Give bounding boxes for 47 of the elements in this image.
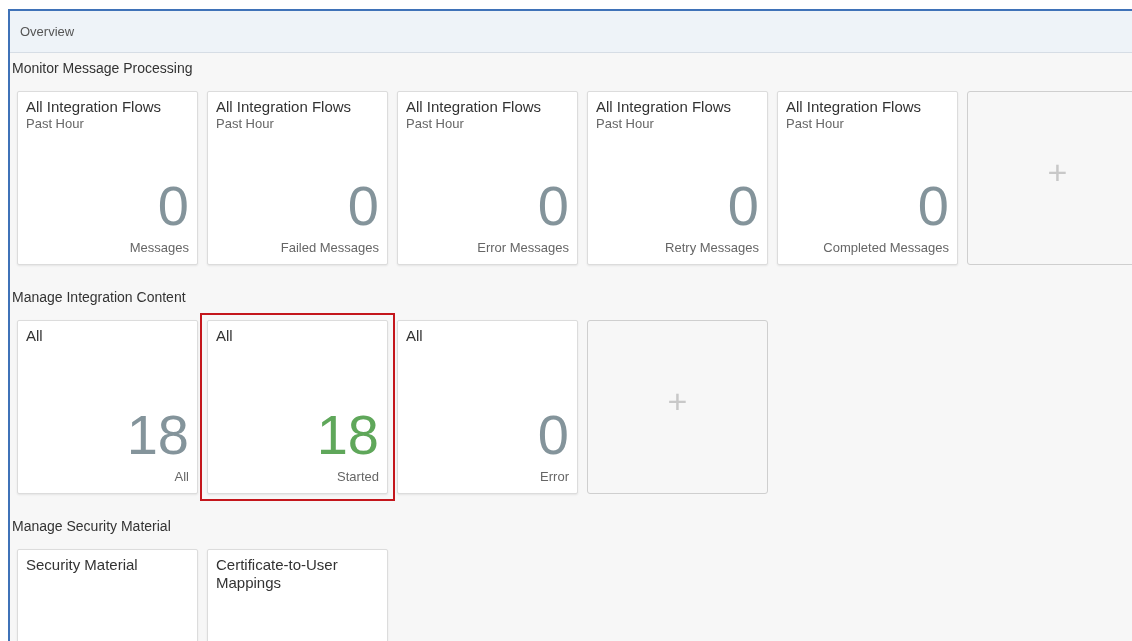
tile-subtitle: Past Hour xyxy=(26,116,84,132)
tile-number: 18 xyxy=(126,407,189,463)
tile[interactable]: All 18 Started xyxy=(207,320,388,494)
tile-title: All xyxy=(406,327,423,345)
tile-title: All Integration Flows xyxy=(216,98,352,116)
tile[interactable]: All Integration Flows Past Hour 0 Messages xyxy=(17,91,198,265)
tile-subtitle: Past Hour xyxy=(406,116,464,132)
page-title: Overview xyxy=(20,22,75,41)
section-title: Manage Security Material xyxy=(11,517,171,536)
section-title: Manage Integration Content xyxy=(11,288,186,307)
tile-footer: Failed Messages xyxy=(280,240,379,256)
tile-number: 0 xyxy=(347,178,379,234)
tile[interactable]: Certificate-to-User Mappings xyxy=(207,549,388,641)
tile-title: All Integration Flows xyxy=(26,98,162,116)
tile-number: 0 xyxy=(537,178,569,234)
tile-title: All Integration Flows xyxy=(596,98,732,116)
tile-title: All xyxy=(216,327,233,345)
tile[interactable]: All Integration Flows Past Hour 0 Completed Messages xyxy=(777,91,958,265)
tile-title: All Integration Flows xyxy=(406,98,542,116)
tile[interactable]: All Integration Flows Past Hour 0 Failed Messages xyxy=(207,91,388,265)
tile-number: 0 xyxy=(727,178,759,234)
plus-label: + xyxy=(1047,155,1068,189)
tile-number: 18 xyxy=(316,407,379,463)
tile[interactable]: All 18 All xyxy=(17,320,198,494)
tile-title: All Integration Flows xyxy=(786,98,922,116)
tile[interactable]: All Integration Flows Past Hour 0 Retry Messages xyxy=(587,91,768,265)
tile-number: 0 xyxy=(917,178,949,234)
tile-footer: Messages xyxy=(129,240,189,256)
tile[interactable]: All 0 Error xyxy=(397,320,578,494)
section-title: Monitor Message Processing xyxy=(11,59,193,78)
tile-footer: Error Messages xyxy=(477,240,569,256)
tile-title: All xyxy=(26,327,43,345)
tile-footer: Started xyxy=(337,469,379,485)
plus-label: + xyxy=(667,384,688,418)
tile[interactable]: All Integration Flows Past Hour 0 Error Messages xyxy=(397,91,578,265)
tile[interactable]: Security Material xyxy=(17,549,198,641)
tile-number: 0 xyxy=(157,178,189,234)
tile-footer: Retry Messages xyxy=(665,240,759,256)
tile-title: Certificate-to-User Mappings xyxy=(216,556,339,592)
tile-subtitle: Past Hour xyxy=(786,116,844,132)
tile-subtitle: Past Hour xyxy=(216,116,274,132)
tile-footer: Completed Messages xyxy=(823,240,949,256)
tile-subtitle: Past Hour xyxy=(596,116,654,132)
tile-number: 0 xyxy=(537,407,569,463)
tile-title: Security Material xyxy=(26,556,138,574)
tile-footer: All xyxy=(174,469,189,485)
tile-footer: Error xyxy=(540,469,569,485)
